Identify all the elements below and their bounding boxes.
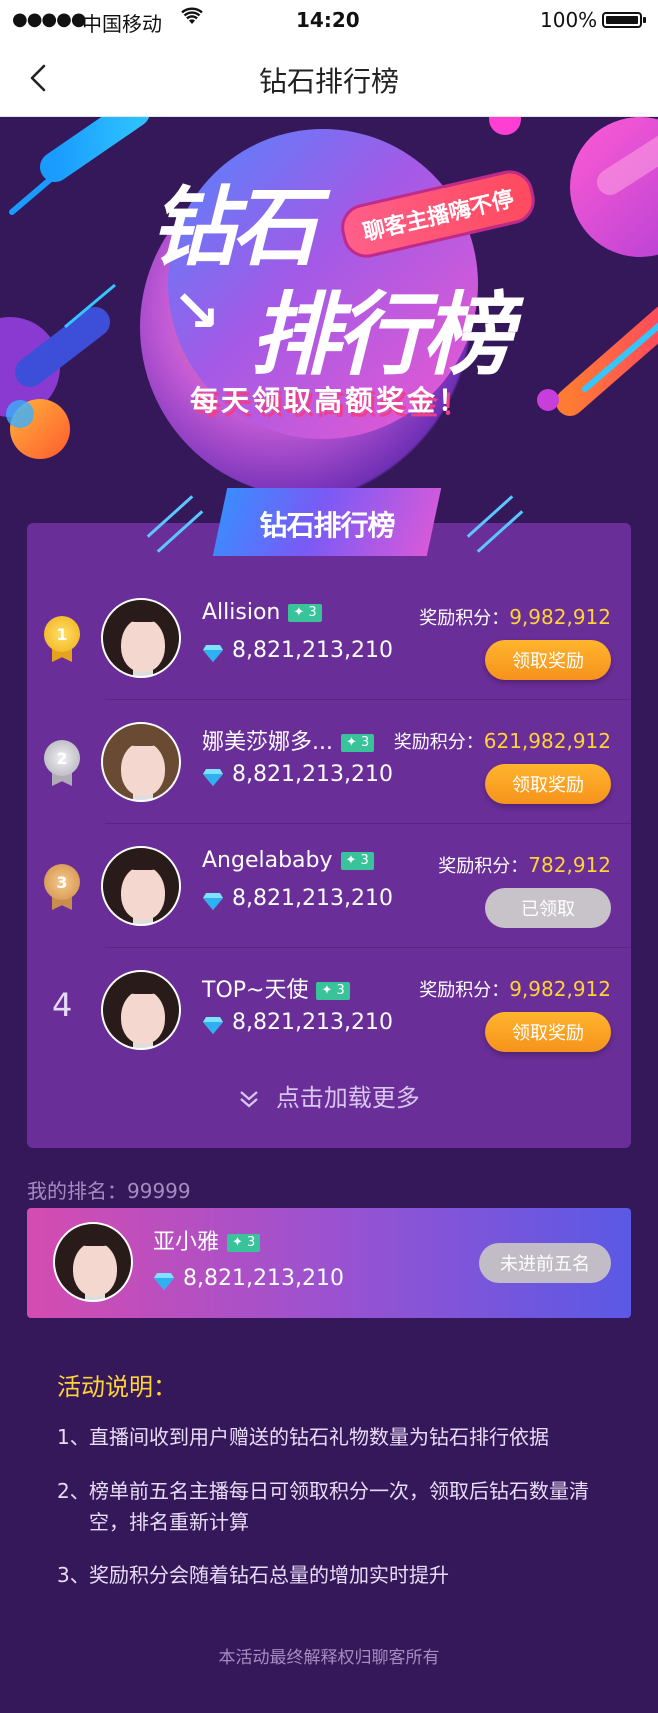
streamer-name: TOP~天使 ✦ 3 bbox=[202, 972, 350, 1004]
status-bar: ●●●●● 中国移动 14:20 100% bbox=[0, 0, 658, 40]
signal-icon: ●●●●● bbox=[12, 9, 87, 30]
level-badge: ✦ 3 bbox=[288, 604, 322, 622]
gold-medal-icon: 1 bbox=[44, 616, 80, 662]
diamond-count: 8,821,213,210 bbox=[232, 762, 393, 787]
arrow-icon: ↘ bbox=[172, 277, 221, 345]
battery-percent: 100% bbox=[540, 8, 598, 32]
carrier-name: 中国移动 bbox=[82, 12, 162, 36]
diamond-count: 8,821,213,210 bbox=[232, 638, 393, 663]
bronze-medal-icon: 3 bbox=[44, 864, 80, 910]
my-rank-label: 我的排名：99999 bbox=[27, 1179, 191, 1203]
diamond-count: 8,821,213,210 bbox=[183, 1266, 344, 1291]
diamond-count: 8,821,213,210 bbox=[232, 886, 393, 911]
silver-medal-icon: 2 bbox=[44, 740, 80, 786]
ranking-header-text: 钻石排行榜 bbox=[259, 509, 395, 542]
level-badge: ✦ 3 bbox=[316, 982, 350, 1000]
avatar[interactable] bbox=[101, 846, 181, 926]
rule-item: 3、 奖励积分会随着钻石总量的增加实时提升 bbox=[57, 1563, 449, 1587]
rule-item: 2、 榜单前五名主播每日可领取积分一次，领取后钻石数量清空，排名重新计算 bbox=[57, 1479, 589, 1534]
level-badge: ✦ 3 bbox=[340, 852, 374, 870]
rules-title: 活动说明： bbox=[57, 1373, 177, 1401]
hero-banner: 钻石 ↘ 排行榜 聊客主播嗨不停 每天领取高额奖金！ bbox=[0, 117, 658, 547]
my-name: 亚小雅 ✦ 3 bbox=[153, 1224, 261, 1256]
page-title: 钻石排行榜 bbox=[258, 65, 399, 98]
diamond-icon bbox=[203, 769, 223, 786]
battery-icon bbox=[602, 12, 646, 28]
not-top-five-button[interactable]: 未进前五名 bbox=[479, 1243, 611, 1283]
ranking-row: 1 Allision ✦ 3 8,821,213,210 奖励积分：9,982,9… bbox=[27, 576, 631, 700]
claimed-button[interactable]: 已领取 bbox=[485, 888, 611, 928]
avatar[interactable] bbox=[101, 722, 181, 802]
avatar[interactable] bbox=[101, 970, 181, 1050]
reward-points: 奖励积分：782,912 bbox=[438, 853, 611, 877]
rule-item: 1、 直播间收到用户赠送的钻石礼物数量为钻石排行依据 bbox=[57, 1425, 549, 1449]
load-more-label: 点击加载更多 bbox=[275, 1084, 420, 1112]
rank-number: 4 bbox=[52, 986, 73, 1024]
claim-reward-button[interactable]: 领取奖励 bbox=[485, 1012, 611, 1052]
diamond-icon bbox=[203, 645, 223, 662]
load-more-button[interactable]: 点击加载更多 bbox=[27, 1078, 631, 1113]
diamond-icon bbox=[154, 1273, 174, 1290]
banner-title-line2: 排行榜 bbox=[250, 283, 512, 388]
avatar[interactable] bbox=[53, 1222, 133, 1302]
claim-reward-button[interactable]: 领取奖励 bbox=[485, 640, 611, 680]
claim-reward-button[interactable]: 领取奖励 bbox=[485, 764, 611, 804]
avatar[interactable] bbox=[101, 598, 181, 678]
double-chevron-down-icon bbox=[240, 1091, 258, 1108]
clock: 14:20 bbox=[296, 8, 360, 32]
reward-points: 奖励积分：9,982,912 bbox=[419, 977, 611, 1001]
streamer-name: 娜美莎娜多... ✦ 3 bbox=[202, 724, 375, 756]
diamond-icon bbox=[203, 1017, 223, 1034]
reward-points: 奖励积分：9,982,912 bbox=[419, 605, 611, 629]
level-badge: ✦ 3 bbox=[227, 1234, 261, 1252]
diamond-icon bbox=[203, 893, 223, 910]
ranking-row: 3 Angelababy ✦ 3 8,821,213,210 奖励积分：782,9… bbox=[27, 824, 631, 948]
ranking-row: 2 娜美莎娜多... ✦ 3 8,821,213,210 奖励积分：621,982… bbox=[27, 700, 631, 824]
nav-bar: 钻石排行榜 bbox=[0, 40, 658, 117]
ranking-row: 4 TOP~天使 ✦ 3 8,821,213,210 奖励积分：9,982,912… bbox=[27, 948, 631, 1072]
level-badge: ✦ 3 bbox=[340, 734, 375, 752]
banner-subtitle: 每天领取高额奖金！ bbox=[190, 384, 470, 417]
diamond-count: 8,821,213,210 bbox=[232, 1010, 393, 1035]
footer-note: 本活动最终解释权归聊客所有 bbox=[218, 1648, 440, 1668]
reward-points: 奖励积分：621,982,912 bbox=[393, 729, 611, 753]
streamer-name: Angelababy ✦ 3 bbox=[202, 848, 374, 873]
my-rank-card: 亚小雅 ✦ 3 8,821,213,210 未进前五名 bbox=[27, 1208, 631, 1318]
ranking-header: 钻石排行榜 bbox=[212, 488, 442, 556]
wifi-icon bbox=[180, 6, 204, 32]
streamer-name: Allision ✦ 3 bbox=[202, 600, 322, 625]
